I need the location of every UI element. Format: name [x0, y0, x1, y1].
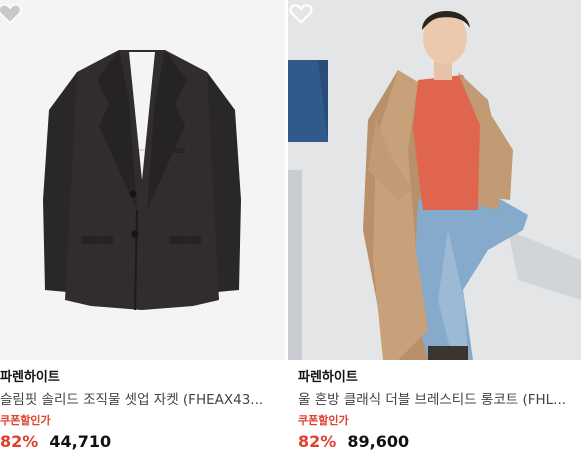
heart-outline-icon[interactable] — [288, 0, 314, 26]
product-grid: 파렌하이트 슬림핏 솔리드 조직물 셋업 자켓 (FHEAX43... 쿠폰할인… — [0, 0, 581, 455]
product-image[interactable] — [0, 0, 285, 360]
brand-name[interactable]: 파렌하이트 — [0, 369, 285, 387]
brand-name[interactable]: 파렌하이트 — [298, 369, 581, 387]
product-info: 파렌하이트 슬림핏 솔리드 조직물 셋업 자켓 (FHEAX43... 쿠폰할인… — [0, 360, 285, 453]
product-name[interactable]: 슬림핏 솔리드 조직물 셋업 자켓 (FHEAX43... — [0, 390, 272, 410]
coupon-price-label: 쿠폰할인가 — [0, 414, 51, 427]
product-name[interactable]: 울 혼방 클래식 더블 브레스티드 롱코트 (FHL... — [298, 390, 574, 410]
product-card[interactable]: 파렌하이트 슬림핏 솔리드 조직물 셋업 자켓 (FHEAX43... 쿠폰할인… — [0, 0, 285, 455]
product-image[interactable] — [288, 0, 581, 360]
price-row: 82% 44,710 — [0, 431, 285, 453]
sale-price: 89,600 — [347, 432, 410, 451]
jacket-image — [43, 50, 241, 311]
model-coat-image — [288, 0, 581, 360]
heart-outline-icon[interactable] — [0, 0, 23, 26]
sale-price: 44,710 — [49, 432, 112, 451]
discount-rate: 82% — [0, 432, 39, 451]
coupon-price-label: 쿠폰할인가 — [298, 414, 349, 427]
product-info: 파렌하이트 울 혼방 클래식 더블 브레스티드 롱코트 (FHL... 쿠폰할인… — [288, 360, 581, 453]
price-row: 82% 89,600 — [298, 431, 581, 453]
product-card[interactable]: 파렌하이트 울 혼방 클래식 더블 브레스티드 롱코트 (FHL... 쿠폰할인… — [288, 0, 581, 455]
discount-rate: 82% — [298, 432, 337, 451]
